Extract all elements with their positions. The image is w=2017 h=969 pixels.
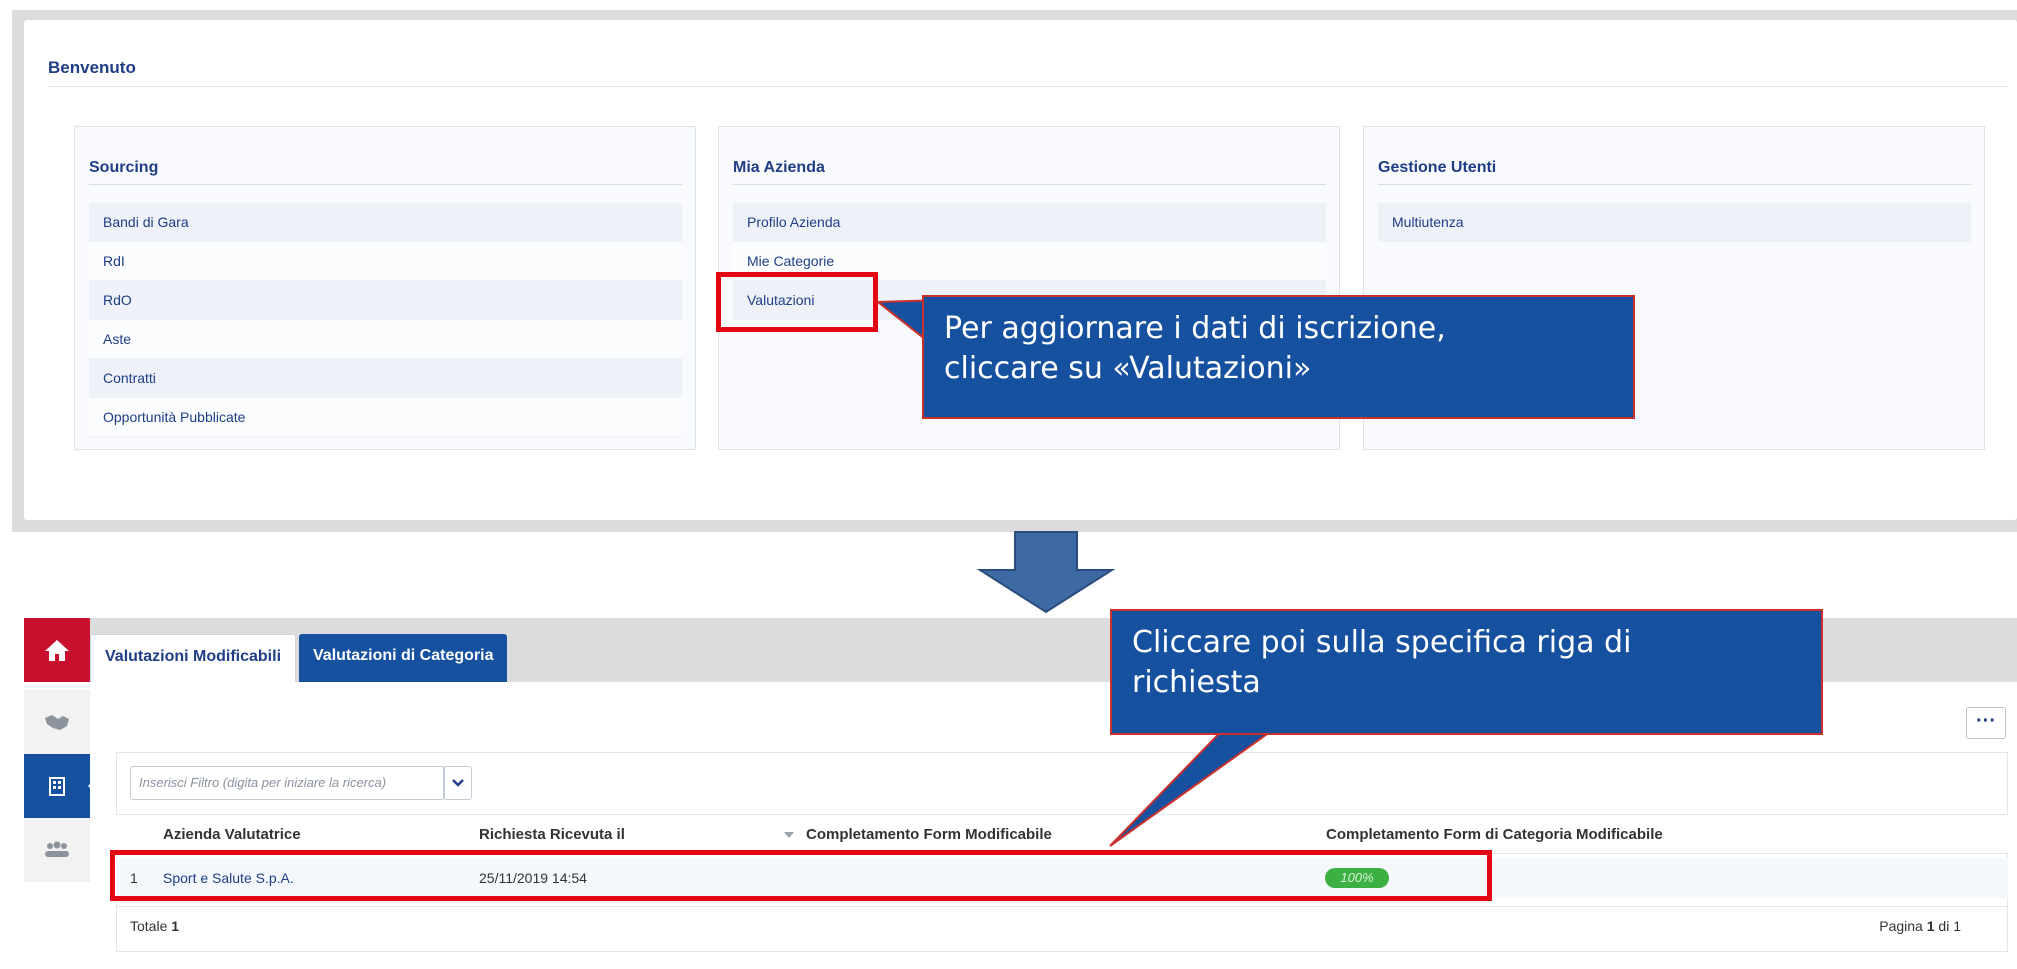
menu-item-aste[interactable]: Aste (89, 320, 682, 359)
down-arrow-icon (976, 531, 1116, 614)
callout-valutazioni: Per aggiornare i dati di iscrizione, cli… (922, 295, 1635, 419)
active-indicator (88, 778, 96, 794)
more-options-button[interactable]: ··· (1966, 707, 2006, 739)
menu-item-contratti[interactable]: Contratti (89, 359, 682, 398)
callout-row: Cliccare poi sulla specifica riga di ric… (1110, 609, 1823, 735)
menu-item-profilo-azienda[interactable]: Profilo Azienda (733, 203, 1326, 242)
divider (733, 184, 1326, 185)
card-title: Sourcing (89, 159, 159, 176)
pagina-current: 1 (1926, 918, 1935, 934)
handshake-icon (45, 715, 69, 730)
pagina-label: Pagina (1879, 918, 1923, 934)
card-list: Multiutenza (1378, 203, 1971, 242)
filter-dropdown-button[interactable] (444, 766, 472, 800)
column-header[interactable]: Azienda Valutatrice (163, 815, 301, 855)
total-count: Totale 1 (130, 914, 179, 938)
home-icon (45, 640, 69, 661)
sort-caret-icon[interactable] (784, 832, 794, 838)
filter-input[interactable]: Inserisci Filtro (digita per iniziare la… (130, 766, 444, 800)
menu-item-multiutenza[interactable]: Multiutenza (1378, 203, 1971, 242)
divider (1378, 184, 1971, 185)
sidebar-utenti[interactable] (24, 818, 90, 882)
menu-item-rdi[interactable]: RdI (89, 242, 682, 281)
divider (89, 184, 682, 185)
card-title: Gestione Utenti (1378, 159, 1497, 176)
table-header: Azienda Valutatrice Richiesta Ricevuta i… (116, 814, 2008, 854)
chevron-down-icon (452, 779, 464, 787)
highlight-valutazioni (716, 272, 878, 332)
menu-item-opportunita[interactable]: Opportunità Pubblicate (89, 398, 682, 437)
sidebar-home[interactable] (24, 618, 90, 682)
card-sourcing: Sourcing Bandi di Gara RdI RdO Aste Cont… (74, 126, 696, 450)
total-value: 1 (171, 918, 180, 934)
building-icon (49, 777, 65, 796)
callout-text: richiesta (1132, 665, 1261, 700)
callout-text: cliccare su «Valutazioni» (944, 351, 1312, 386)
total-label: Totale (130, 918, 168, 934)
column-header[interactable]: Completamento Form Modificabile (806, 815, 1052, 855)
callout-text: Per aggiornare i dati di iscrizione, (944, 311, 1446, 346)
card-title: Mia Azienda (733, 159, 825, 176)
welcome-title: Benvenuto (48, 58, 136, 77)
card-list: Bandi di Gara RdI RdO Aste Contratti Opp… (89, 203, 682, 437)
sidebar-mia-azienda[interactable] (24, 754, 90, 818)
users-icon (45, 841, 69, 857)
table-footer (116, 906, 2008, 946)
menu-item-rdo[interactable]: RdO (89, 281, 682, 320)
pagina-of: di 1 (1938, 918, 1961, 934)
menu-item-bandi-di-gara[interactable]: Bandi di Gara (89, 203, 682, 242)
tab-valutazioni-di-categoria[interactable]: Valutazioni di Categoria (299, 634, 508, 682)
tab-valutazioni-modificabili[interactable]: Valutazioni Modificabili (90, 634, 297, 682)
pagination: Pagina 1 di 1 (1879, 914, 1961, 938)
sidebar-sourcing[interactable] (24, 690, 90, 754)
column-header[interactable]: Completamento Form di Categoria Modifica… (1326, 815, 1663, 855)
highlight-row (110, 850, 1492, 901)
divider (48, 86, 2008, 87)
callout-text: Cliccare poi sulla specifica riga di (1132, 625, 1632, 660)
column-header[interactable]: Richiesta Ricevuta il (479, 815, 625, 855)
